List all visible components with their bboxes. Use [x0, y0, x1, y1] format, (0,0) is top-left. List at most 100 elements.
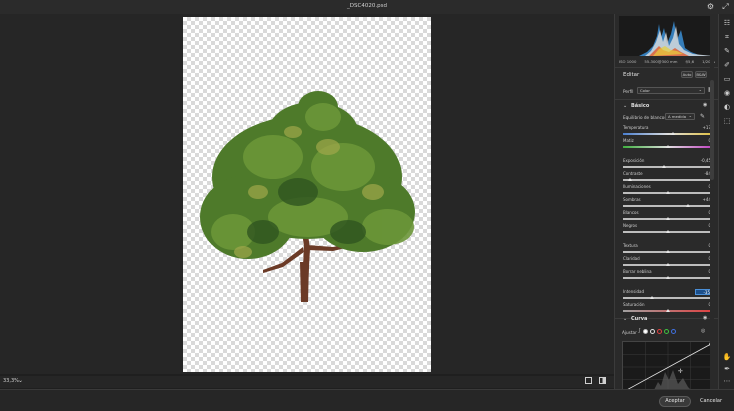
mask-icon[interactable]: ▭ [722, 74, 732, 84]
slider-row: Claridad0 [623, 256, 713, 268]
slider-thumb[interactable] [649, 295, 654, 299]
tool-strip: ☷ ⌗ ✎ ✐ ▭ ◉ ◐ ⬚ ✋ ✒ ⋯ [718, 14, 734, 389]
wb-value: A medida [668, 114, 687, 119]
wb-label: Equilibrio de blancos [623, 115, 667, 120]
slider-row: Temperatura +17 [623, 125, 713, 137]
color-sampler-icon[interactable]: ✒ [722, 364, 732, 374]
parametric-curve-icon[interactable]: ∫ [638, 328, 641, 334]
slider-label: Blancos [623, 210, 639, 215]
panel-scrollbar-track[interactable] [710, 14, 714, 389]
slider-thumb[interactable] [666, 262, 670, 266]
slider-track[interactable] [623, 205, 713, 207]
camera-info: ISO 1000 55-300@300 mm f/5,6 1/200s [619, 59, 715, 64]
curve-channels: ∫ [638, 328, 676, 334]
slider-row: Borrar neblina0 [623, 269, 713, 281]
image-canvas[interactable] [183, 17, 431, 372]
curve-section-title[interactable]: Curva [631, 316, 647, 322]
slider-thumb[interactable] [666, 275, 670, 279]
bw-button[interactable]: B&W [695, 71, 707, 78]
radial-icon[interactable]: ◉ [722, 88, 732, 98]
slider-thumb[interactable] [666, 190, 670, 194]
slider-label: Exposición [623, 158, 645, 163]
slider-thumb[interactable] [628, 177, 633, 181]
brush-icon[interactable]: ✐ [722, 60, 732, 70]
zoom-level[interactable]: 33,3% [3, 378, 19, 384]
slider-track[interactable] [623, 166, 713, 168]
divider [615, 67, 718, 68]
crop-icon[interactable]: ⌗ [722, 32, 732, 42]
slider-row: Textura0 [623, 243, 713, 255]
slider-label: Intensidad [623, 289, 645, 294]
action-bar: Aceptar Cancelar [0, 389, 734, 411]
slider-track[interactable] [623, 133, 713, 135]
channel-red-dot[interactable] [656, 328, 662, 334]
presets-icon[interactable]: ⬚ [722, 116, 732, 126]
chevron-down-icon: ⌄ [698, 87, 702, 92]
slider-row: Contraste -84 [623, 171, 713, 183]
accept-button[interactable]: Aceptar [659, 396, 691, 407]
chevron-down-icon[interactable]: ⌄ [623, 103, 627, 109]
redeye-icon[interactable]: ◐ [722, 102, 732, 112]
slider-thumb[interactable] [670, 131, 675, 135]
basic-section-title[interactable]: Básico [631, 103, 649, 109]
iso-value: ISO 1000 [619, 59, 637, 64]
slider-row: Exposición -0,45 [623, 158, 713, 170]
slider-label: Contraste [623, 171, 643, 176]
before-after-icon[interactable] [599, 377, 606, 384]
edit-panel: ISO 1000 55-300@300 mm f/5,6 1/200s Edit… [614, 14, 718, 389]
svg-text:✛: ✛ [678, 368, 683, 375]
slider-row: Intensidad -35 [623, 289, 713, 301]
slider-row: Blancos0 [623, 210, 713, 222]
slider-track[interactable] [623, 297, 713, 299]
curve-editor[interactable]: ✛ [622, 341, 713, 389]
slider-thumb[interactable] [666, 216, 670, 220]
chevron-down-icon[interactable]: ⌄ [623, 316, 627, 322]
eyedropper-icon[interactable]: ✎ [700, 113, 705, 120]
title-bar: _DSC4020.psd ⚙ ⤢ [0, 0, 734, 14]
chevron-down-icon[interactable]: ⌄ [18, 377, 23, 384]
slider-row: Sombras +44 [623, 197, 713, 209]
channel-blue-dot[interactable] [670, 328, 676, 334]
fullscreen-icon[interactable]: ⤢ [721, 2, 730, 11]
auto-button[interactable]: Auto [681, 71, 693, 78]
slider-thumb[interactable] [666, 308, 670, 312]
target-adjust-icon[interactable]: ◎ [701, 328, 705, 334]
eye-icon[interactable]: ◉ [703, 315, 707, 321]
gear-icon[interactable]: ⚙ [706, 2, 715, 11]
panel-scrollbar[interactable] [710, 80, 714, 180]
slider-row: Matiz0 [623, 138, 713, 150]
slider-label: Borrar neblina [623, 269, 652, 274]
single-view-icon[interactable] [585, 377, 592, 384]
slider-track[interactable] [623, 179, 713, 181]
zoom-icon[interactable]: ✋ [722, 352, 732, 362]
slider-thumb[interactable] [666, 144, 670, 148]
aperture-value: f/5,6 [685, 59, 695, 64]
channel-white-dot[interactable] [649, 328, 655, 334]
more-icon[interactable]: ⋯ [722, 376, 732, 386]
slider-row: Negros0 [623, 223, 713, 235]
profile-value: Color [640, 88, 650, 93]
cancel-button[interactable]: Cancelar [699, 396, 723, 407]
slider-label: Temperatura [623, 125, 649, 130]
slider-thumb[interactable] [661, 164, 666, 168]
tree-image [200, 91, 415, 302]
wb-select[interactable]: A medida ⌄ [665, 113, 695, 120]
channel-green-dot[interactable] [663, 328, 669, 334]
slider-label: Negros [623, 223, 638, 228]
slider-label: Textura [623, 243, 638, 248]
status-bar: 33,3% ⌄ [0, 376, 614, 388]
eye-icon[interactable]: ◉ [703, 102, 707, 108]
profile-select[interactable]: Color ⌄ [637, 87, 705, 94]
slider-label: Matiz [623, 138, 634, 143]
slider-thumb[interactable] [666, 229, 670, 233]
slider-label: Claridad [623, 256, 640, 261]
slider-row: Iluminaciones0 [623, 184, 713, 196]
document-title: _DSC4020.psd [347, 3, 387, 9]
canvas-area [0, 14, 614, 374]
channel-rgb-dot[interactable] [642, 328, 648, 334]
heal-icon[interactable]: ✎ [722, 46, 732, 56]
slider-thumb[interactable] [666, 249, 670, 253]
profile-label: Perfil [623, 89, 634, 94]
slider-thumb[interactable] [685, 203, 690, 207]
sliders-icon[interactable]: ☷ [722, 18, 732, 28]
